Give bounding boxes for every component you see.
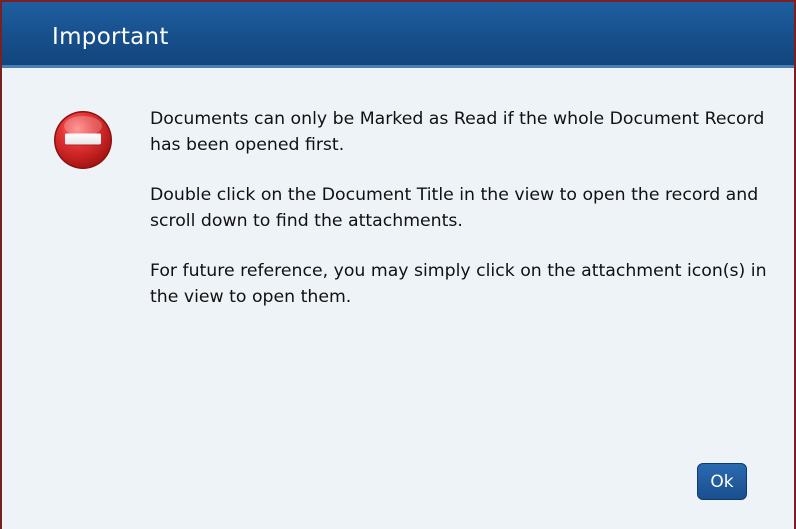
dialog-titlebar: Important <box>2 2 794 68</box>
stop-error-icon <box>52 109 114 171</box>
message-paragraph-1: Documents can only be Marked as Read if … <box>150 109 765 155</box>
ok-button[interactable]: Ok <box>697 463 747 500</box>
message-paragraph-3: For future reference, you may simply cli… <box>150 261 767 307</box>
dialog-message: Documents can only be Marked as Read if … <box>150 107 770 335</box>
message-paragraph-2: Double click on the Document Title in th… <box>150 185 759 231</box>
dialog-title: Important <box>52 24 169 50</box>
alert-dialog: Important Documents can only be Marked a… <box>0 0 796 529</box>
